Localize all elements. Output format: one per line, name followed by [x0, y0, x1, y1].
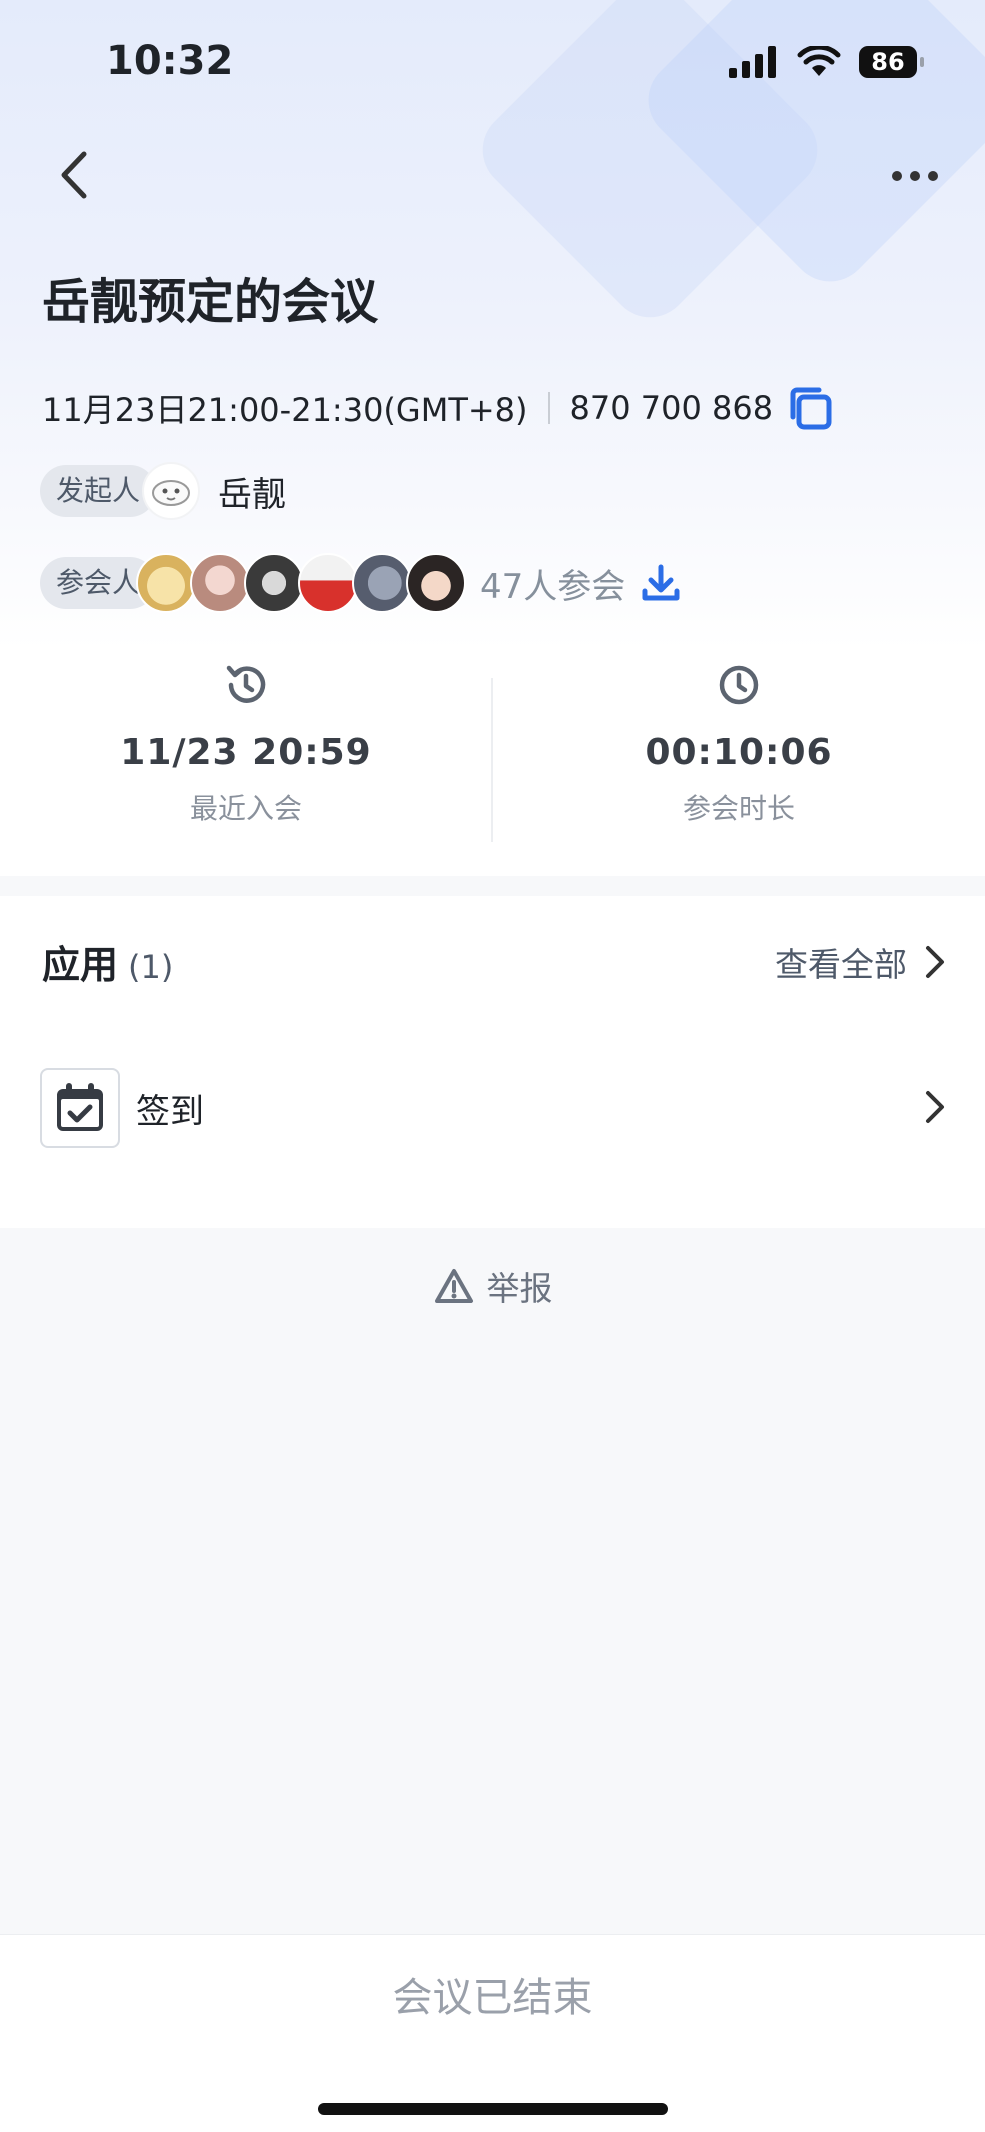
status-time: 10:32: [106, 38, 234, 84]
last-join-label: 最近入会: [189, 792, 302, 825]
apps-count: (1): [128, 948, 174, 986]
apps-header: 应用 (1): [39, 934, 174, 993]
report-label: 举报: [486, 1269, 553, 1308]
avatar: [136, 553, 197, 613]
duration-value: 00:10:06: [645, 732, 833, 773]
status-icons: 86: [729, 46, 924, 78]
apps-section: 应用 (1) 查看全部 签到: [0, 896, 985, 1228]
meeting-stats: 11/23 20:59 最近入会 00:10:06 参会时长: [0, 650, 985, 876]
apps-title: 应用: [39, 934, 127, 993]
meeting-header-area: 10:32 86 岳靓预定的会议 11月23日21:00-21:30(GMT+8…: [0, 0, 985, 650]
meeting-title: 岳靓预定的会议: [42, 274, 379, 330]
host-avatar[interactable]: [142, 462, 201, 520]
warning-icon: [434, 1269, 473, 1303]
chevron-left-icon: [61, 151, 87, 199]
calendar-check-icon: [40, 1068, 120, 1148]
clock-icon: [719, 665, 759, 705]
avatar: [298, 553, 359, 613]
app-item-sign-in[interactable]: 签到: [40, 1068, 945, 1148]
meeting-id: 870 700 868: [569, 389, 774, 427]
home-indicator[interactable]: [318, 2103, 668, 2115]
participant-avatars[interactable]: [136, 553, 467, 613]
report-button[interactable]: 举报: [0, 1262, 985, 1310]
footer-bar: 会议已结束: [0, 1934, 985, 2132]
chevron-right-icon: [926, 946, 944, 978]
duration-stat: 00:10:06 参会时长: [493, 650, 985, 827]
last-join-value: 11/23 20:59: [120, 732, 372, 773]
more-button[interactable]: [885, 156, 945, 196]
view-all-label: 查看全部: [775, 945, 907, 984]
wifi-icon: [797, 46, 841, 76]
avatar: [406, 553, 467, 613]
meeting-time-range: 11月23日21:00-21:30(GMT+8): [42, 391, 528, 429]
download-participants-button[interactable]: [639, 561, 683, 605]
meeting-ended-status: 会议已结束: [392, 1975, 593, 2021]
avatar: [244, 553, 305, 613]
host-row: 发起人 岳靓: [40, 462, 286, 520]
back-button[interactable]: [52, 148, 96, 202]
chevron-right-icon: [926, 1091, 944, 1123]
participant-count: 47人参会: [480, 566, 626, 607]
view-all-apps-button[interactable]: 查看全部: [775, 938, 945, 986]
participants-row[interactable]: 参会人 47人参会: [40, 553, 683, 613]
avatar-image: [152, 480, 191, 506]
last-join-stat: 11/23 20:59 最近入会: [0, 650, 492, 827]
more-dots-icon: [892, 171, 938, 181]
copy-icon: [790, 387, 832, 430]
history-icon: [226, 665, 266, 703]
cellular-signal-icon: [729, 46, 776, 78]
host-name[interactable]: 岳靓: [218, 467, 286, 516]
divider: [547, 392, 550, 424]
app-item-label: 签到: [136, 1091, 204, 1132]
battery-icon: 86: [859, 46, 924, 78]
copy-meeting-id-button[interactable]: [787, 385, 833, 431]
avatar: [352, 553, 413, 613]
avatar: [190, 553, 251, 613]
battery-level: 86: [871, 48, 905, 76]
host-chip: 发起人: [40, 465, 157, 517]
duration-label: 参会时长: [682, 792, 795, 825]
meeting-info-row: 11月23日21:00-21:30(GMT+8) 870 700 868: [42, 386, 833, 430]
download-icon: [642, 564, 680, 601]
